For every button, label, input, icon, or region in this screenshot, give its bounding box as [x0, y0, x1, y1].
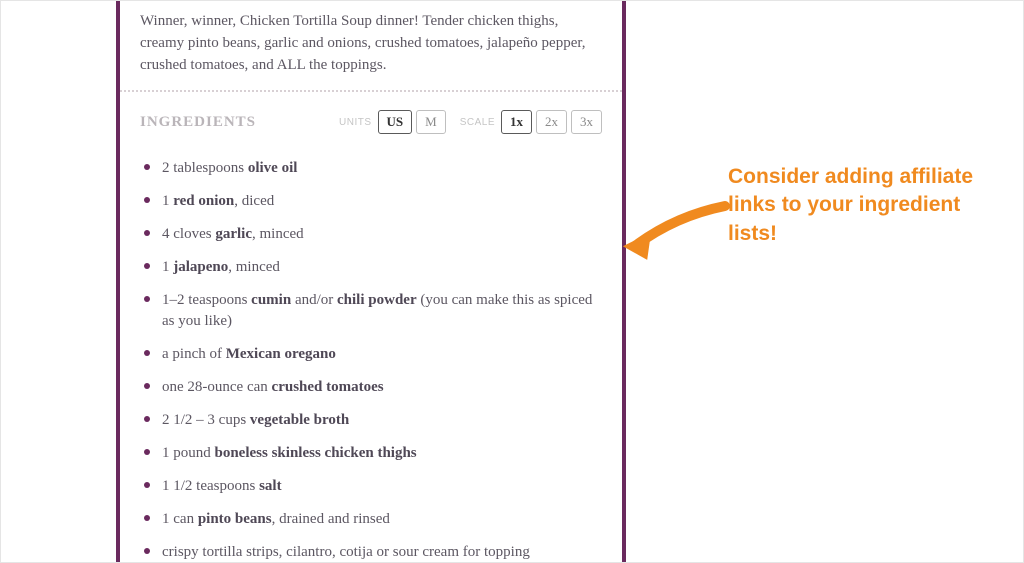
recipe-card: Winner, winner, Chicken Tortilla Soup di… — [116, 0, 626, 563]
units-label: UNITS — [339, 117, 372, 128]
recipe-description: Winner, winner, Chicken Tortilla Soup di… — [120, 0, 622, 92]
list-item: 2 1/2 – 3 cups vegetable broth — [140, 404, 602, 437]
scale-group: SCALE 1x 2x 3x — [460, 110, 602, 134]
scale-3x-button[interactable]: 3x — [571, 110, 602, 134]
list-item: 1 can pinto beans, drained and rinsed — [140, 503, 602, 536]
list-item: 4 cloves garlic, minced — [140, 218, 602, 251]
ingredients-title: INGREDIENTS — [140, 114, 256, 131]
scale-1x-button[interactable]: 1x — [501, 110, 532, 134]
ingredient-list: 2 tablespoons olive oil 1 red onion, dic… — [120, 134, 622, 563]
list-item: one 28-ounce can crushed tomatoes — [140, 371, 602, 404]
units-us-button[interactable]: US — [378, 110, 413, 134]
units-group: UNITS US M — [339, 110, 446, 134]
list-item: 2 tablespoons olive oil — [140, 152, 602, 185]
list-item: 1 red onion, diced — [140, 185, 602, 218]
list-item: 1–2 teaspoons cumin and/or chili powder … — [140, 284, 602, 338]
arrow-icon — [615, 196, 735, 276]
scale-2x-button[interactable]: 2x — [536, 110, 567, 134]
ingredients-header: INGREDIENTS UNITS US M SCALE 1x 2x 3x — [120, 92, 622, 134]
ingredient-toggles: UNITS US M SCALE 1x 2x 3x — [339, 110, 602, 134]
list-item: 1 pound boneless skinless chicken thighs — [140, 437, 602, 470]
list-item: a pinch of Mexican oregano — [140, 338, 602, 371]
units-buttons: US M — [378, 110, 446, 134]
list-item: 1 1/2 teaspoons salt — [140, 470, 602, 503]
list-item: crispy tortilla strips, cilantro, cotija… — [140, 536, 602, 563]
annotation-callout: Consider adding affiliate links to your … — [728, 163, 988, 248]
list-item: 1 jalapeno, minced — [140, 251, 602, 284]
scale-buttons: 1x 2x 3x — [501, 110, 602, 134]
units-m-button[interactable]: M — [416, 110, 446, 134]
scale-label: SCALE — [460, 117, 495, 128]
